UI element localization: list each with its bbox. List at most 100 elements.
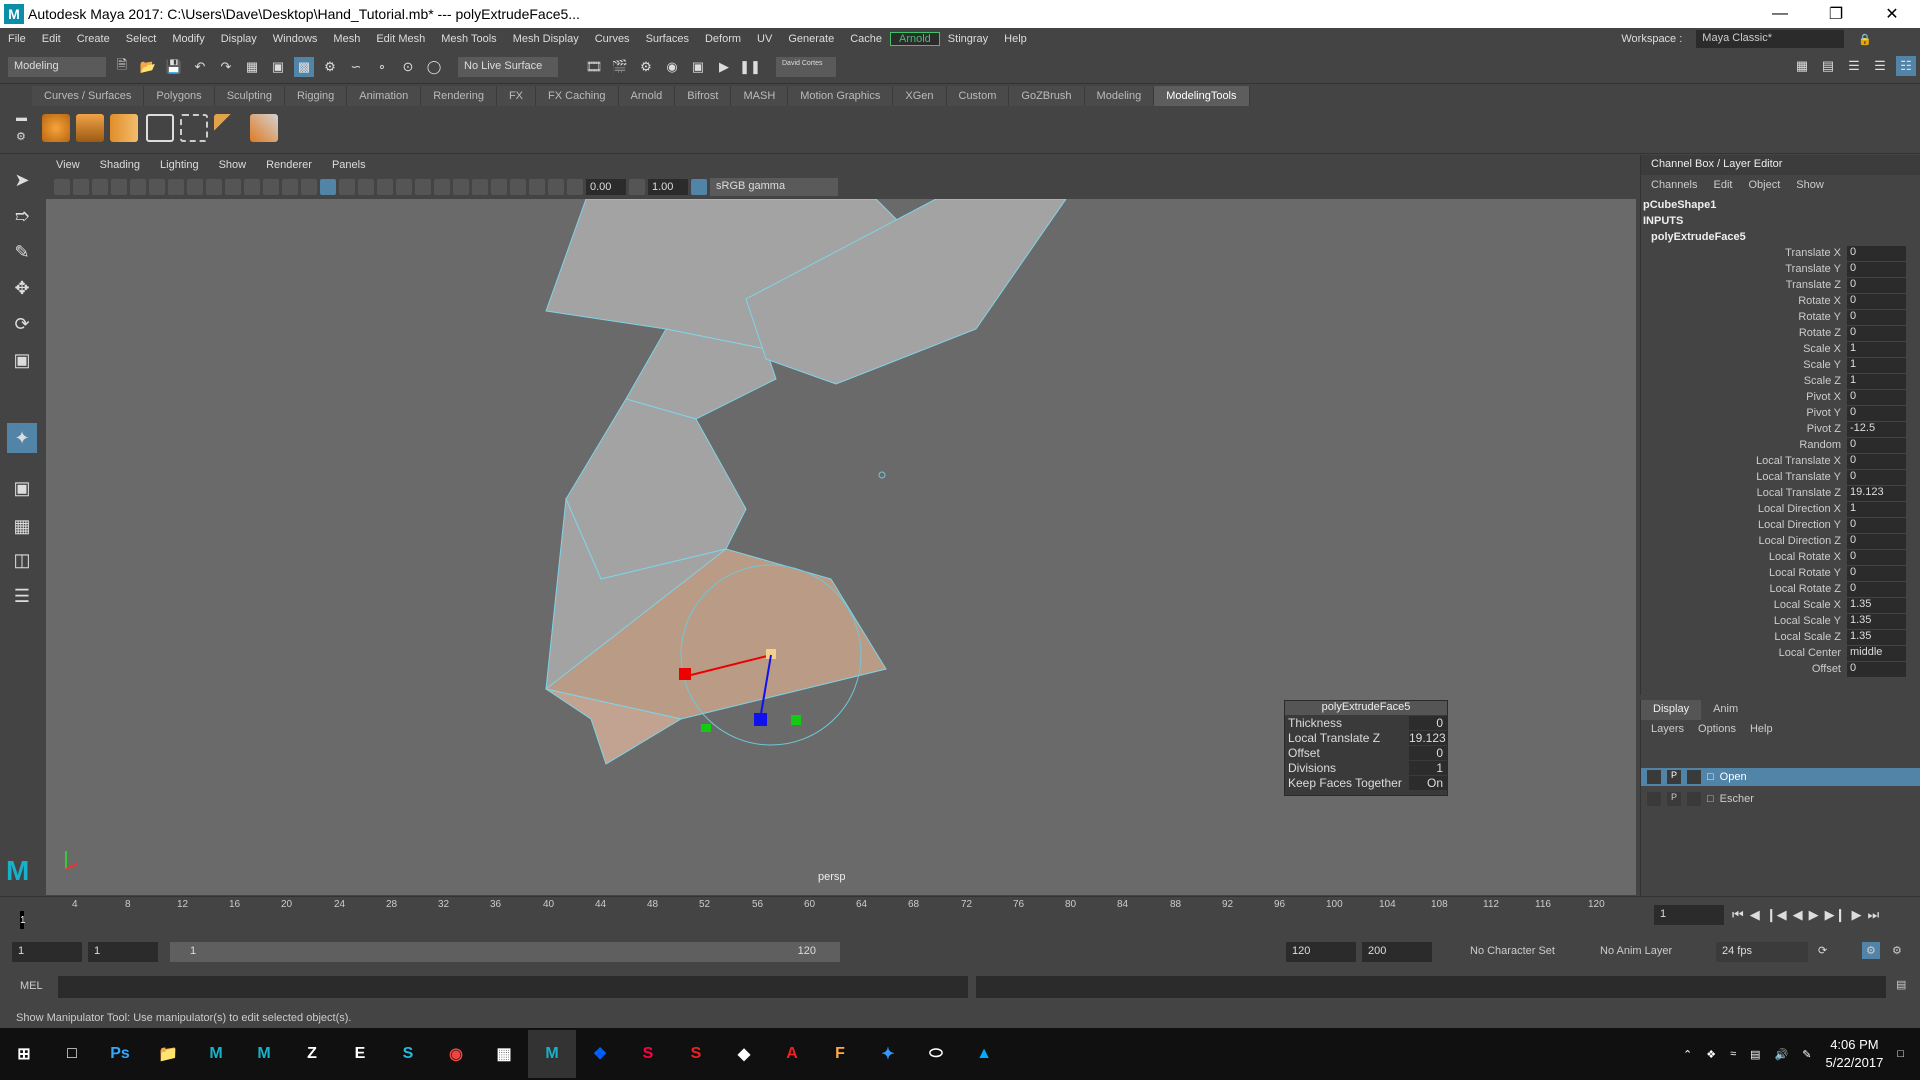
channel-attr-value[interactable]: 0: [1847, 437, 1906, 453]
viewport-panel[interactable]: View Shading Lighting Show Renderer Pane…: [46, 155, 1636, 895]
resolution-gate-icon[interactable]: [206, 179, 222, 195]
select-hierarchy-icon[interactable]: ▦: [242, 57, 262, 77]
save-scene-icon[interactable]: 💾: [164, 57, 184, 77]
blue-app-icon[interactable]: ✦: [864, 1030, 912, 1078]
view-transform-dropdown[interactable]: sRGB gamma: [710, 178, 838, 196]
layer-color-swatch-icon[interactable]: □: [1707, 793, 1714, 805]
select-object-icon[interactable]: ▣: [268, 57, 288, 77]
channel-attr-value[interactable]: 0: [1847, 661, 1906, 677]
menu-mesh[interactable]: Mesh: [325, 33, 368, 45]
autodesk-icon[interactable]: ▲: [960, 1030, 1008, 1078]
arnold-ipr-icon[interactable]: ▶: [714, 57, 734, 77]
snap-view-icon[interactable]: ⊙: [398, 57, 418, 77]
manip-y-handle[interactable]: [791, 715, 801, 725]
bookmark-icon[interactable]: [92, 179, 108, 195]
channel-attr-value[interactable]: 19.123: [1847, 485, 1906, 501]
film-gate-icon[interactable]: [187, 179, 203, 195]
channel-attr-row[interactable]: Local Translate X0: [1641, 453, 1920, 469]
paint-select-icon[interactable]: ✎: [7, 237, 37, 267]
oculus-icon[interactable]: ⬭: [912, 1030, 960, 1078]
layer-type-toggle[interactable]: [1687, 792, 1701, 806]
channel-attr-name[interactable]: Pivot X: [1641, 391, 1847, 403]
vp-menu-view[interactable]: View: [46, 159, 90, 171]
channel-attr-name[interactable]: Local Scale Z: [1641, 631, 1847, 643]
channel-attr-value[interactable]: 1: [1847, 501, 1906, 517]
layer-menu-help[interactable]: Help: [1750, 723, 1773, 737]
shelf-tab-modelingtools[interactable]: ModelingTools: [1154, 86, 1250, 106]
shelf-extrude-icon[interactable]: [214, 114, 242, 142]
workspace-dropdown[interactable]: Maya Classic*: [1696, 30, 1845, 48]
photoshop-icon[interactable]: Ps: [96, 1030, 144, 1078]
channel-attr-row[interactable]: Local Translate Z 19.123: [1641, 485, 1920, 501]
grease-pencil-icon[interactable]: [149, 179, 165, 195]
channel-attr-row[interactable]: Local Rotate Y0: [1641, 565, 1920, 581]
volume-icon[interactable]: 🔊: [1775, 1048, 1789, 1061]
step-forward-frame-icon[interactable]: ▶❙: [1825, 907, 1846, 923]
menu-help[interactable]: Help: [996, 33, 1035, 45]
unity-icon[interactable]: ◆: [720, 1030, 768, 1078]
layer-row-open[interactable]: P □ Open: [1641, 768, 1920, 786]
color-management-icon[interactable]: [691, 179, 707, 195]
fusion-icon[interactable]: F: [816, 1030, 864, 1078]
wireframe-on-shaded-icon[interactable]: [339, 179, 355, 195]
shelf-tab-xgen[interactable]: XGen: [893, 86, 947, 106]
undo-icon[interactable]: ↶: [190, 57, 210, 77]
safe-action-icon[interactable]: [263, 179, 279, 195]
channel-attr-value[interactable]: 0: [1847, 277, 1906, 293]
menu-select[interactable]: Select: [118, 33, 165, 45]
wifi-icon[interactable]: ≈: [1730, 1048, 1736, 1060]
render-settings-icon[interactable]: ⚙: [636, 57, 656, 77]
camera-attributes-icon[interactable]: [73, 179, 89, 195]
cb-menu-edit[interactable]: Edit: [1713, 179, 1732, 193]
channel-attr-value[interactable]: 1.35: [1847, 613, 1906, 629]
move-tool-icon[interactable]: ✥: [7, 273, 37, 303]
channel-attr-row[interactable]: Translate X0: [1641, 245, 1920, 261]
channel-attr-name[interactable]: Scale Y: [1641, 359, 1847, 371]
channel-attr-row[interactable]: Pivot Z -12.5: [1641, 421, 1920, 437]
channel-attr-value[interactable]: 1.35: [1847, 597, 1906, 613]
auto-key-icon[interactable]: ⚙: [1862, 942, 1880, 959]
channel-attr-row[interactable]: Local Direction Y0: [1641, 517, 1920, 533]
channel-attr-row[interactable]: Rotate Z0: [1641, 325, 1920, 341]
layer-tab-anim[interactable]: Anim: [1701, 700, 1750, 720]
smooth-shade-icon[interactable]: [320, 179, 336, 195]
action-center-icon[interactable]: □: [1897, 1048, 1904, 1060]
scale-tool-icon[interactable]: ▣: [7, 345, 37, 375]
menu-display[interactable]: Display: [213, 33, 265, 45]
channel-attr-name[interactable]: Local Translate X: [1641, 455, 1847, 467]
channel-attr-name[interactable]: Local Direction Y: [1641, 519, 1847, 531]
vp-menu-panels[interactable]: Panels: [322, 159, 376, 171]
range-slider[interactable]: 1 120: [170, 942, 840, 962]
shelf-tab-rigging[interactable]: Rigging: [284, 86, 348, 106]
lasso-tool-icon[interactable]: ➱: [7, 201, 37, 231]
start-icon[interactable]: ⊞: [0, 1030, 48, 1078]
menu-surfaces[interactable]: Surfaces: [638, 33, 697, 45]
menu-modify[interactable]: Modify: [164, 33, 212, 45]
battery-icon[interactable]: ▤: [1750, 1048, 1760, 1061]
snap-grid-icon[interactable]: ⚙: [320, 57, 340, 77]
channel-attr-name[interactable]: Local Rotate Z: [1641, 583, 1847, 595]
shadows-icon[interactable]: [396, 179, 412, 195]
menu-edit-mesh[interactable]: Edit Mesh: [368, 33, 433, 45]
channel-attr-row[interactable]: Translate Y0: [1641, 261, 1920, 277]
select-component-icon[interactable]: ▩: [294, 56, 314, 77]
playback-end-field[interactable]: 120: [1286, 942, 1356, 962]
channel-attr-row[interactable]: Local Rotate X0: [1641, 549, 1920, 565]
channel-attr-row[interactable]: Rotate X0: [1641, 293, 1920, 309]
channel-attr-row[interactable]: Local Rotate Z0: [1641, 581, 1920, 597]
menu-uv[interactable]: UV: [749, 33, 780, 45]
channel-attr-row[interactable]: Offset 0: [1641, 661, 1920, 677]
in-view-row-keep-faces-together[interactable]: Keep Faces Together On: [1285, 775, 1447, 790]
input-node-name[interactable]: polyExtrudeFace5: [1641, 229, 1920, 245]
outliner-toggle-icon[interactable]: ☷: [1896, 56, 1916, 76]
xray-joints-icon[interactable]: [529, 179, 545, 195]
gate-mask-icon[interactable]: [225, 179, 241, 195]
channel-attr-name[interactable]: Rotate X: [1641, 295, 1847, 307]
shelf-tab-mash[interactable]: MASH: [731, 86, 789, 106]
cb-menu-channels[interactable]: Channels: [1651, 179, 1697, 193]
depth-of-field-icon[interactable]: [472, 179, 488, 195]
close-button[interactable]: ✕: [1864, 4, 1920, 24]
channel-attr-name[interactable]: Translate Y: [1641, 263, 1847, 275]
2d-pan-zoom-icon[interactable]: [130, 179, 146, 195]
shelf-tab-modeling[interactable]: Modeling: [1084, 86, 1155, 106]
